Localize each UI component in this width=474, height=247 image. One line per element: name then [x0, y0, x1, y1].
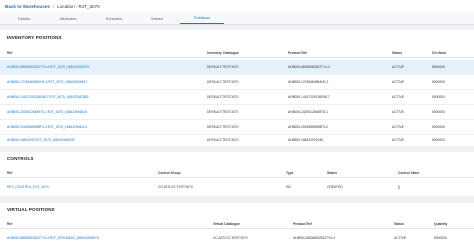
- tab-positions[interactable]: Positions: [180, 12, 224, 24]
- inventory-table-header: Ref Inventory Catalogue Product Ref Stat…: [0, 49, 474, 58]
- table-row[interactable]: AH8050-24294126489T5-1:RJT_3070_16843294…: [0, 105, 474, 120]
- row-catalogue: DEFAULT:TEST:3070: [207, 95, 239, 99]
- row-status: ACTIVE: [392, 80, 404, 84]
- row-on-hand: 5000000: [432, 110, 445, 114]
- table-row[interactable]: REF_CONTROL_RJT_3070 CG:ATS:CC:TEST:3070…: [0, 180, 474, 195]
- table-row[interactable]: AH8050-20169885998F4-2:RJT_3070_16843294…: [0, 120, 474, 135]
- row-ref-link[interactable]: AH8050-17028484984H0-2:RJT_3070_16843294…: [7, 75, 87, 90]
- row-ref-link[interactable]: AH8050-24294126489T5-1:RJT_3070_16843294…: [7, 105, 87, 120]
- row-catalogue: DEFAULT:TEST:3070: [207, 138, 239, 142]
- controls-table-header: Ref Control Group Type Status Control Va…: [0, 169, 474, 178]
- col-status: Status: [394, 222, 405, 226]
- col-status: Status: [327, 171, 338, 175]
- col-control-value: Control Value: [398, 171, 420, 175]
- breadcrumb-current: Location : RJT_3070: [57, 3, 100, 9]
- row-ref-link[interactable]: AH8050-16843292:RJT_3070_168432945332: [7, 134, 75, 146]
- row-status: ACTIVE: [392, 65, 404, 69]
- tab-schedule[interactable]: Schedule: [94, 12, 134, 24]
- row-quantity: 5000000: [434, 236, 447, 240]
- row-status: ACTIVE: [392, 95, 404, 99]
- row-type: HD: [286, 185, 291, 189]
- col-ref: Ref: [7, 222, 13, 226]
- breadcrumb-separator: /: [53, 3, 55, 9]
- table-row[interactable]: AH8050-16843292:RJT_3070_168432945332 DE…: [0, 134, 474, 146]
- col-product-ref: Product Ref: [293, 222, 312, 226]
- row-product-ref: AH8050-24294126489T5-1: [288, 110, 328, 114]
- row-status: CREATED: [327, 185, 343, 189]
- virtual-table-header: Ref Virtual Catalogue Product Ref Status…: [0, 220, 474, 229]
- row-control-value: {}: [398, 185, 401, 189]
- col-inventory-catalogue: Inventory Catalogue: [207, 51, 239, 55]
- row-product-ref: AH8050-17028484984H0-2: [288, 80, 329, 84]
- row-on-hand: 5000000: [432, 65, 445, 69]
- back-to-warehouses-link[interactable]: Back to Warehouses: [5, 4, 50, 9]
- row-product-ref: AH8050-14167200136098-7: [288, 95, 330, 99]
- col-type: Type: [286, 171, 294, 175]
- row-product-ref: AH8050-20169885998F4-2: [288, 125, 328, 129]
- col-status: Status: [392, 51, 403, 55]
- col-on-hand: On Hand: [432, 51, 446, 55]
- row-product-ref: AH8050-882569625227Y4-4: [288, 65, 330, 69]
- controls-title: CONTROLS: [7, 156, 34, 161]
- row-product-ref: AH8050-882569625227Y4-4: [293, 236, 335, 240]
- row-on-hand: 5000000: [432, 138, 445, 142]
- row-on-hand: 5000000: [432, 80, 445, 84]
- row-ref-link[interactable]: AH8050-20169885998F4-2:RJT_3070_16843294…: [7, 120, 87, 135]
- row-on-hand: 5000000: [432, 125, 445, 129]
- virtual-positions-section: VIRTUAL POSITIONS Ref Virtual Catalogue …: [0, 203, 474, 247]
- controls-section: CONTROLS Ref Control Group Type Status C…: [0, 152, 474, 196]
- inventory-positions-title: INVENTORY POSITIONS: [7, 35, 62, 40]
- tab-attributes[interactable]: Attributes: [48, 12, 88, 24]
- row-ref-link[interactable]: REF_CONTROL_RJT_3070: [7, 180, 49, 195]
- table-row[interactable]: AH8050-882569625227Y4-4:RJT_3070:BASE_16…: [0, 231, 474, 246]
- row-ref-link[interactable]: AH8050-882569625227Y4-4:RJT_3070:BASE_16…: [7, 231, 99, 246]
- table-row[interactable]: AH8050-882569625227Y4-4:RJT_3070_1684329…: [0, 60, 474, 75]
- row-ref-link[interactable]: AH8050-14167200136098-7:RJT_3070_1684329…: [7, 90, 89, 105]
- col-virtual-catalogue: Virtual Catalogue: [213, 222, 241, 226]
- table-row[interactable]: AH8050-17028484984H0-2:RJT_3070_16843294…: [0, 75, 474, 90]
- row-control-group: CG:ATS:CC:TEST:3070: [158, 185, 193, 189]
- col-ref: Ref: [7, 51, 13, 55]
- inventory-positions-section: INVENTORY POSITIONS Ref Inventory Catalo…: [0, 30, 474, 146]
- breadcrumb: Back to Warehouses / Location : RJT_3070: [0, 0, 474, 12]
- row-product-ref: AH8050-168432921946: [288, 138, 324, 142]
- row-catalogue: DEFAULT:TEST:3070: [207, 125, 239, 129]
- table-row[interactable]: AH8050-14167200136098-7:RJT_3070_1684329…: [0, 90, 474, 105]
- row-catalogue: DEFAULT:TEST:3070: [207, 65, 239, 69]
- col-ref: Ref: [7, 171, 13, 175]
- row-status: ACTIVE: [394, 236, 406, 240]
- virtual-positions-title: VIRTUAL POSITIONS: [7, 207, 55, 212]
- tab-waves[interactable]: Waves: [140, 12, 174, 24]
- tab-details[interactable]: Details: [6, 12, 42, 24]
- col-quantity: Quantity: [434, 222, 448, 226]
- row-virtual-catalogue: VC:ATS:CC:TEST:3070: [213, 236, 248, 240]
- tab-bar: Details Attributes Schedule Waves Positi…: [0, 12, 474, 25]
- row-status: ACTIVE: [392, 110, 404, 114]
- row-catalogue: DEFAULT:TEST:3070: [207, 110, 239, 114]
- col-control-group: Control Group: [158, 171, 181, 175]
- row-status: ACTIVE: [392, 138, 404, 142]
- row-status: ACTIVE: [392, 125, 404, 129]
- col-product-ref: Product Ref: [288, 51, 307, 55]
- row-ref-link[interactable]: AH8050-882569625227Y4-4:RJT_3070_1684329…: [7, 60, 89, 75]
- row-catalogue: DEFAULT:TEST:3070: [207, 80, 239, 84]
- row-on-hand: 5000000: [432, 95, 445, 99]
